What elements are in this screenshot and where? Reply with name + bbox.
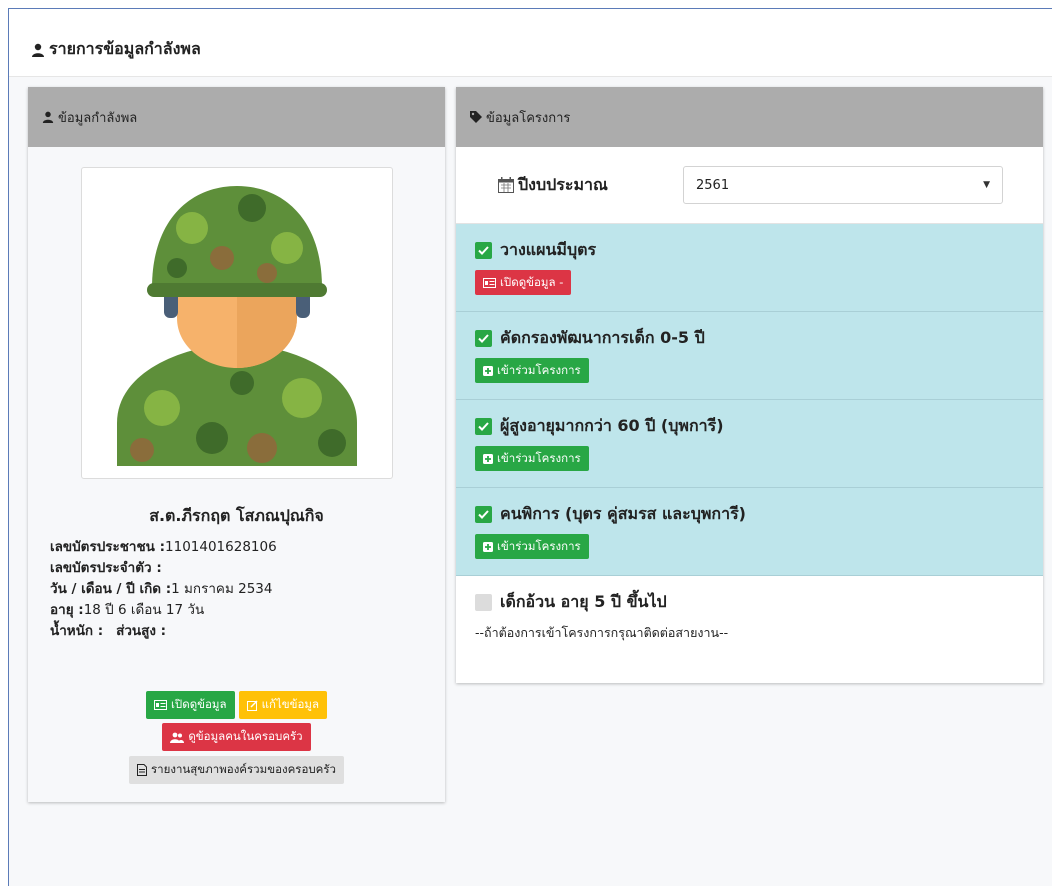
plus-square-icon <box>483 365 493 376</box>
id-card-row: เลขบัตรประชาชน :1101401628106 <box>50 537 445 558</box>
view-info-button[interactable]: เปิดดูข้อมูล <box>146 691 235 719</box>
project-title-row: วางแผนมีบุตร <box>475 238 1043 263</box>
field-value: 18 ปี 6 เดือน 17 วัน <box>83 602 205 618</box>
action-row-1: เปิดดูข้อมูล แก้ไขข้อมูล <box>28 691 445 719</box>
page-header: รายการข้อมูลกำลังพล <box>9 9 1052 77</box>
project-card-header: ข้อมูลโครงการ <box>456 87 1043 147</box>
project-item: ผู้สูงอายุมากกว่า 60 ปี (บุพการี) เข้าร่… <box>456 400 1043 488</box>
plus-square-icon <box>483 453 493 464</box>
project-view-button[interactable]: เปิดดูข้อมูล - <box>475 270 572 295</box>
page-frame: รายการข้อมูลกำลังพล ข้อมูลกำลังพล ส.ต.ภี… <box>8 8 1052 886</box>
project-title: คัดกรองพัฒนาการเด็ก 0-5 ปี <box>500 328 705 347</box>
personnel-card-title: ข้อมูลกำลังพล <box>58 110 138 126</box>
project-title: วางแผนมีบุตร <box>500 240 597 259</box>
project-title-row: เด็กอ้วน อายุ 5 ปี ขึ้นไป <box>475 590 1043 615</box>
check-icon[interactable] <box>475 506 492 523</box>
contact-note: --ถ้าต้องการเข้าโครงการกรุณาติดต่อสายงาน… <box>475 625 729 640</box>
field-label: เลขบัตรประชาชน : <box>50 539 166 555</box>
height-label: ส่วนสูง : <box>116 623 167 639</box>
project-item: วางแผนมีบุตร เปิดดูข้อมูล - <box>456 224 1043 312</box>
field-value: 1101401628106 <box>165 539 277 555</box>
personnel-card-header: ข้อมูลกำลังพล <box>28 87 445 147</box>
budget-year-label: ปีงบประมาณ <box>498 173 683 198</box>
profile-info: ส.ต.ภีรกฤต โสภณปุณกิจ เลขบัตรประชาชน :11… <box>28 504 445 642</box>
family-health-report-button[interactable]: รายงานสุขภาพองค์รวมของครอบครัว <box>128 756 345 784</box>
birthdate-row: วัน / เดือน / ปี เกิด :1 มกราคม 2534 <box>50 579 445 600</box>
join-project-button[interactable]: เข้าร่วมโครงการ <box>475 534 589 559</box>
join-project-label: เข้าร่วมโครงการ <box>497 450 581 465</box>
project-item-unchecked: เด็กอ้วน อายุ 5 ปี ขึ้นไป --ถ้าต้องการเข… <box>456 576 1043 643</box>
family-members-label: ดูข้อมูลคนในครอบครัว <box>188 729 303 743</box>
family-members-button[interactable]: ดูข้อมูลคนในครอบครัว <box>162 723 311 751</box>
id-card-icon <box>154 700 167 710</box>
edit-icon <box>246 699 258 711</box>
join-project-label: เข้าร่วมโครงการ <box>497 362 581 377</box>
weight-label: น้ำหนัก : <box>50 623 104 639</box>
edit-info-button[interactable]: แก้ไขข้อมูล <box>238 691 327 719</box>
user-icon <box>32 43 44 57</box>
id-card-icon <box>483 277 496 288</box>
service-id-row: เลขบัตรประจำตัว : <box>50 558 445 579</box>
project-item: คนพิการ (บุตร คู่สมรส และบุพการี) เข้าร่… <box>456 488 1043 576</box>
field-value: 1 มกราคม 2534 <box>171 581 273 597</box>
family-health-report-label: รายงานสุขภาพองค์รวมของครอบครัว <box>150 762 337 776</box>
file-icon <box>136 764 147 776</box>
calendar-icon <box>498 177 514 193</box>
action-row-2: ดูข้อมูลคนในครอบครัว <box>28 723 445 751</box>
users-icon <box>170 732 185 743</box>
view-info-label: เปิดดูข้อมูล <box>171 697 227 711</box>
check-icon[interactable] <box>475 242 492 259</box>
project-card-title: ข้อมูลโครงการ <box>486 110 571 126</box>
project-view-label: เปิดดูข้อมูล - <box>500 274 564 289</box>
project-card: ข้อมูลโครงการ ปีงบประมาณ 2561 ▼ วางแผนมี… <box>456 87 1043 683</box>
age-row: อายุ :18 ปี 6 เดือน 17 วัน <box>50 600 445 621</box>
page-title-text: รายการข้อมูลกำลังพล <box>49 39 201 58</box>
join-project-label: เข้าร่วมโครงการ <box>497 538 581 553</box>
page-title: รายการข้อมูลกำลังพล <box>31 37 201 62</box>
edit-info-label: แก้ไขข้อมูล <box>261 697 319 711</box>
personnel-name: ส.ต.ภีรกฤต โสภณปุณกิจ <box>149 506 324 525</box>
profile-details: เลขบัตรประชาชน :1101401628106 เลขบัตรประ… <box>28 537 445 642</box>
field-label: วัน / เดือน / ปี เกิด : <box>50 581 172 597</box>
project-title: ผู้สูงอายุมากกว่า 60 ปี (บุพการี) <box>500 416 724 435</box>
checkbox-empty-icon[interactable] <box>475 594 492 611</box>
check-icon[interactable] <box>475 418 492 435</box>
project-title-row: คัดกรองพัฒนาการเด็ก 0-5 ปี <box>475 326 1043 351</box>
field-label: อายุ : <box>50 602 84 618</box>
soldier-avatar <box>117 186 357 466</box>
project-title-row: คนพิการ (บุตร คู่สมรส และบุพการี) <box>475 502 1043 527</box>
budget-year-value: 2561 <box>696 177 730 193</box>
project-title: คนพิการ (บุตร คู่สมรส และบุพการี) <box>500 504 746 523</box>
user-icon <box>42 111 54 123</box>
dropdown-caret-icon: ▼ <box>983 180 990 190</box>
check-icon[interactable] <box>475 330 492 347</box>
plus-square-icon <box>483 541 493 552</box>
join-project-button[interactable]: เข้าร่วมโครงการ <box>475 358 589 383</box>
personnel-card: ข้อมูลกำลังพล ส.ต.ภีรกฤต โสภณปุณกิจ เลขบ… <box>28 87 445 802</box>
tag-icon <box>470 111 482 123</box>
budget-year-row: ปีงบประมาณ 2561 ▼ <box>456 147 1043 224</box>
project-title: เด็กอ้วน อายุ 5 ปี ขึ้นไป <box>500 592 667 611</box>
action-row-3: รายงานสุขภาพองค์รวมของครอบครัว <box>28 756 445 784</box>
profile-photo <box>81 167 393 479</box>
field-label: เลขบัตรประจำตัว : <box>50 560 162 576</box>
project-title-row: ผู้สูงอายุมากกว่า 60 ปี (บุพการี) <box>475 414 1043 439</box>
join-project-button[interactable]: เข้าร่วมโครงการ <box>475 446 589 471</box>
weight-height-row: น้ำหนัก : ส่วนสูง : <box>50 621 445 642</box>
budget-year-text: ปีงบประมาณ <box>518 174 608 194</box>
budget-year-select[interactable]: 2561 ▼ <box>683 166 1003 204</box>
project-item: คัดกรองพัฒนาการเด็ก 0-5 ปี เข้าร่วมโครงก… <box>456 312 1043 400</box>
